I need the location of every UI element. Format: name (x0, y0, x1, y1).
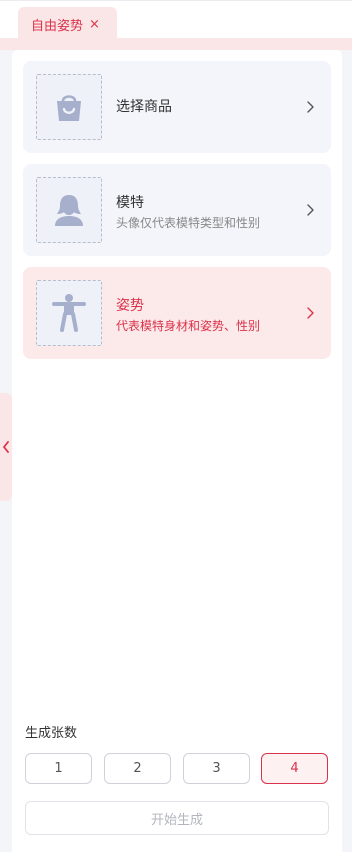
count-option-1[interactable]: 1 (25, 753, 92, 784)
model-thumbnail (36, 177, 102, 243)
person-silhouette-icon (55, 195, 83, 226)
card-subtitle: 代表模特身材和姿势、性别 (116, 319, 261, 333)
tab-label: 自由姿势 (31, 18, 84, 34)
product-thumbnail (36, 74, 102, 140)
count-option-4[interactable]: 4 (261, 753, 328, 784)
chevron-right-icon (307, 307, 314, 319)
collapse-handle[interactable] (0, 393, 12, 501)
count-option-3[interactable]: 3 (183, 753, 250, 784)
card-title: 模特 (116, 195, 144, 211)
pose-thumbnail (36, 280, 102, 346)
tab-free-pose[interactable]: 自由姿势 × (18, 7, 117, 41)
card-title: 姿势 (116, 298, 144, 314)
card-select-product[interactable]: 选择商品 (23, 61, 331, 153)
config-panel: 选择商品 模特 头像仅代表模特类型和性别 姿势 代表模特身材和姿势、性别 生成张… (12, 50, 342, 852)
tab-close-icon[interactable]: × (89, 17, 100, 32)
chevron-right-icon (307, 204, 314, 216)
count-option-2[interactable]: 2 (104, 753, 171, 784)
tab-bar: 自由姿势 × (0, 0, 352, 41)
card-model[interactable]: 模特 头像仅代表模特类型和性别 (23, 164, 331, 256)
card-pose[interactable]: 姿势 代表模特身材和姿势、性别 (23, 267, 331, 359)
chevron-right-icon (307, 101, 314, 113)
pose-figure-icon (52, 294, 86, 332)
chevron-left-icon (3, 441, 9, 453)
shopping-bag-icon (57, 95, 81, 121)
card-subtitle: 头像仅代表模特类型和性别 (116, 216, 261, 230)
generation-count-label: 生成张数 (25, 726, 78, 741)
start-generate-button[interactable]: 开始生成 (25, 801, 329, 835)
tab-underline (0, 38, 352, 50)
card-title: 选择商品 (116, 99, 172, 115)
